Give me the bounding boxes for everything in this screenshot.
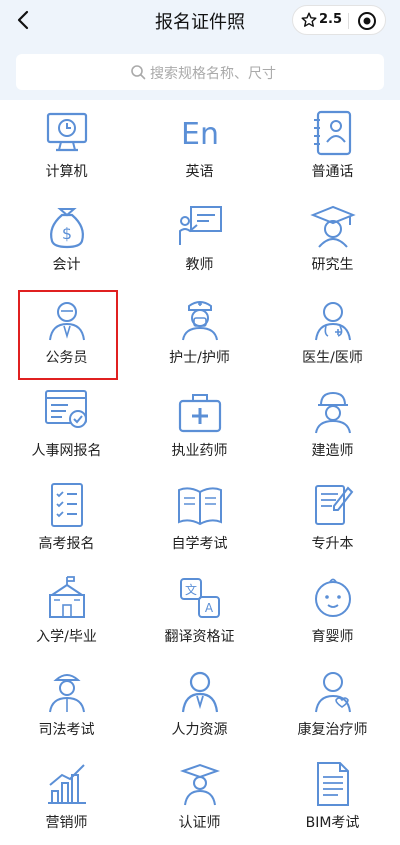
category-label: 自学考试 xyxy=(171,536,228,552)
category-label: 护士/护师 xyxy=(169,350,230,366)
category-item[interactable]: 教师 xyxy=(133,195,266,287)
category-item[interactable]: 医生/医师 xyxy=(266,288,399,380)
category-label: 人事网报名 xyxy=(31,443,102,459)
category-label: 育婴师 xyxy=(311,629,354,645)
category-label: 康复治疗师 xyxy=(297,722,368,738)
category-item[interactable]: 专升本 xyxy=(266,474,399,566)
close-target-icon[interactable] xyxy=(357,11,377,31)
svg-text:A: A xyxy=(205,601,214,615)
medical-kit-icon xyxy=(178,394,222,433)
category-item[interactable]: 文 A 翻译资格证 xyxy=(133,567,266,659)
category-item[interactable]: 研究生 xyxy=(266,195,399,287)
category-item[interactable]: 康复治疗师 xyxy=(266,660,399,752)
search-placeholder: 搜索规格名称、尺寸 xyxy=(150,66,276,82)
nav-bar: 报名证件照 2.5 xyxy=(0,0,400,42)
category-item[interactable]: 人力资源 xyxy=(133,660,266,752)
category-label: 司法考试 xyxy=(38,722,95,738)
category-item[interactable]: 认证师 xyxy=(133,753,266,845)
category-label: 高考报名 xyxy=(38,536,95,552)
category-label: 会计 xyxy=(52,257,81,273)
search-icon xyxy=(131,65,146,80)
category-item[interactable]: 执业药师 xyxy=(133,381,266,473)
category-item[interactable]: 自学考试 xyxy=(133,474,266,566)
capsule-divider xyxy=(348,13,349,29)
checklist-icon xyxy=(51,483,83,527)
category-item[interactable]: BIM考试 xyxy=(266,753,399,845)
category-label: 营销师 xyxy=(45,815,88,831)
translate-icon: 文A xyxy=(180,578,220,618)
search-input[interactable]: 搜索规格名称、尺寸 xyxy=(16,54,384,90)
person-icon xyxy=(181,671,219,713)
category-item[interactable]: En 英语 xyxy=(133,102,266,194)
rating-value: 2.5 xyxy=(319,12,343,27)
school-icon xyxy=(49,576,85,618)
category-item[interactable]: 入学/毕业 xyxy=(0,567,133,659)
money-bag-icon: $ xyxy=(50,208,84,249)
category-item[interactable]: 高考报名 xyxy=(0,474,133,566)
category-label: 入学/毕业 xyxy=(36,629,97,645)
svg-text:文: 文 xyxy=(185,582,197,597)
category-item[interactable]: 建造师 xyxy=(266,381,399,473)
category-label: 研究生 xyxy=(311,257,354,273)
category-label: 普通话 xyxy=(311,164,354,180)
english-icon: En xyxy=(181,117,219,152)
category-label: 计算机 xyxy=(45,164,88,180)
svg-text:$: $ xyxy=(62,224,72,243)
computer-icon xyxy=(46,112,88,152)
baby-icon xyxy=(315,578,351,617)
category-item[interactable]: 计算机 xyxy=(0,102,133,194)
category-label: 翻译资格证 xyxy=(164,629,235,645)
svg-text:En: En xyxy=(181,117,219,152)
category-item[interactable]: 人事网报名 xyxy=(0,381,133,473)
category-item[interactable]: 护士/护师 xyxy=(133,288,266,380)
category-label: 教师 xyxy=(185,257,214,273)
category-label: 执业药师 xyxy=(171,443,228,459)
category-label: 专升本 xyxy=(311,536,354,552)
category-item[interactable]: 育婴师 xyxy=(266,567,399,659)
therapist-icon xyxy=(315,672,351,713)
mini-program-capsule: 2.5 xyxy=(292,5,386,35)
graduate-icon xyxy=(310,205,356,248)
teacher-icon xyxy=(179,206,222,245)
certificate-icon xyxy=(315,485,354,525)
web-registration-icon xyxy=(45,390,87,428)
judge-icon xyxy=(49,674,85,713)
category-item[interactable]: $ 会计 xyxy=(0,195,133,287)
category-label: 英语 xyxy=(185,164,214,180)
nurse-icon xyxy=(182,301,218,341)
category-label: 建造师 xyxy=(311,443,354,459)
builder-icon xyxy=(315,391,351,434)
open-book-icon xyxy=(178,487,222,526)
category-item[interactable]: 营销师 xyxy=(0,753,133,845)
scholar-icon xyxy=(179,763,221,806)
star-icon[interactable] xyxy=(301,12,317,28)
chart-icon xyxy=(48,764,86,804)
category-label: BIM考试 xyxy=(305,815,360,831)
doctor-icon xyxy=(315,302,351,341)
mandarin-icon xyxy=(314,110,352,156)
category-item[interactable]: 普通话 xyxy=(266,102,399,194)
category-label: 认证师 xyxy=(178,815,221,831)
selection-highlight xyxy=(18,290,118,380)
category-label: 医生/医师 xyxy=(302,350,363,366)
document-icon xyxy=(317,762,349,806)
category-label: 人力资源 xyxy=(171,722,228,738)
category-item[interactable]: 司法考试 xyxy=(0,660,133,752)
